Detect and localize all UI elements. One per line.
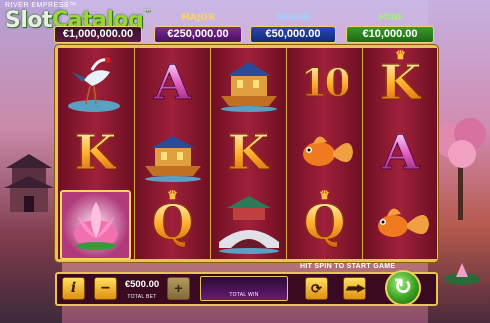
watermark-slot: Slot [5,8,53,33]
symbol-lotus-highlight [60,190,131,260]
jackpot-minor-label: MINOR [275,13,311,23]
symbol-k: K [58,118,133,188]
reel-4: 10 ♛ Q [286,48,361,259]
goldfish-icon [377,208,429,237]
decrease-bet-button[interactable]: − [94,277,117,300]
letter-k: ♛ K [379,48,422,111]
letter-k: K [74,125,117,181]
total-win-label: TOTAL WIN [229,292,259,298]
symbol-bridge [211,188,286,258]
letter-q-text: Q [151,195,194,251]
spin-button[interactable]: ↻ [385,270,421,306]
reel-grid: K A ♛ Q K 10 ♛ Q ♛ K A [55,45,438,262]
symbol-k: ♛ K [363,48,438,118]
dragon-boat-icon [144,136,201,182]
jackpot-mini-label: MINI [378,13,402,23]
symbol-q: ♛ Q [287,188,362,258]
autoplay-icon: ⟳ [311,281,322,296]
crane-icon [67,57,120,112]
letter-a: A [381,125,420,181]
turbo-icon: ▰▰▶ [345,283,365,294]
letter-a: A [153,55,192,111]
goldfish-icon [302,136,353,166]
jackpot-minor-value: €50,000.00 [250,26,336,43]
turbo-button[interactable]: ▰▰▶ [343,277,366,300]
letter-q: ♛ Q [151,188,194,251]
blossom-tree-illustration [434,118,486,220]
info-button[interactable]: i [62,277,85,300]
reel-1: K [58,48,133,260]
symbol-a: A [363,118,438,188]
reel-3: K [210,48,285,259]
jackpot-major: MAJOR €250,000.00 [154,13,242,43]
letter-q: ♛ Q [303,188,346,251]
total-bet-display: €500.00 TOTAL BET [120,276,164,302]
jackpot-major-label: MAJOR [181,13,215,23]
symbol-boat [211,48,286,118]
autoplay-button[interactable]: ⟳ [305,277,328,300]
symbol-crane [58,48,133,118]
background-left-scenery [0,0,62,323]
symbol-a: A [135,48,210,118]
jackpot-grand: €1,000,000.00 [54,13,142,43]
lily-pad-illustration [444,263,480,285]
symbol-goldfish [363,188,438,258]
letter-k: K [227,125,270,181]
reel-2: A ♛ Q [134,48,209,259]
pagoda-illustration [4,154,54,212]
total-win-display: TOTAL WIN [200,276,288,301]
jackpot-mini: MINI €10,000.00 [346,13,434,43]
dragon-boat-icon [220,62,277,112]
pavilion-bridge-icon [218,196,279,254]
symbol-boat [135,118,210,188]
jackpot-row: €1,000,000.00 MAJOR €250,000.00 MINOR €5… [54,13,438,43]
jackpot-major-value: €250,000.00 [154,26,242,43]
spin-hint-text: HIT SPIN TO START GAME [300,263,396,270]
increase-bet-button[interactable]: + [167,277,190,300]
letter-10: 10 [301,60,352,105]
lotus-icon [74,202,118,250]
symbol-k: K [211,118,286,188]
letter-k-text: K [379,55,422,111]
symbol-10: 10 [287,48,362,118]
total-bet-label: TOTAL BET [127,294,157,300]
letter-q-text: Q [303,195,346,251]
jackpot-grand-value: €1,000,000.00 [54,26,142,43]
symbol-q: ♛ Q [135,188,210,258]
symbol-goldfish [287,118,362,188]
total-bet-value: €500.00 [124,279,160,290]
spin-icon: ↻ [393,274,413,299]
reel-5: ♛ K A [362,48,437,259]
jackpot-minor: MINOR €50,000.00 [250,13,336,43]
jackpot-mini-value: €10,000.00 [346,26,434,43]
